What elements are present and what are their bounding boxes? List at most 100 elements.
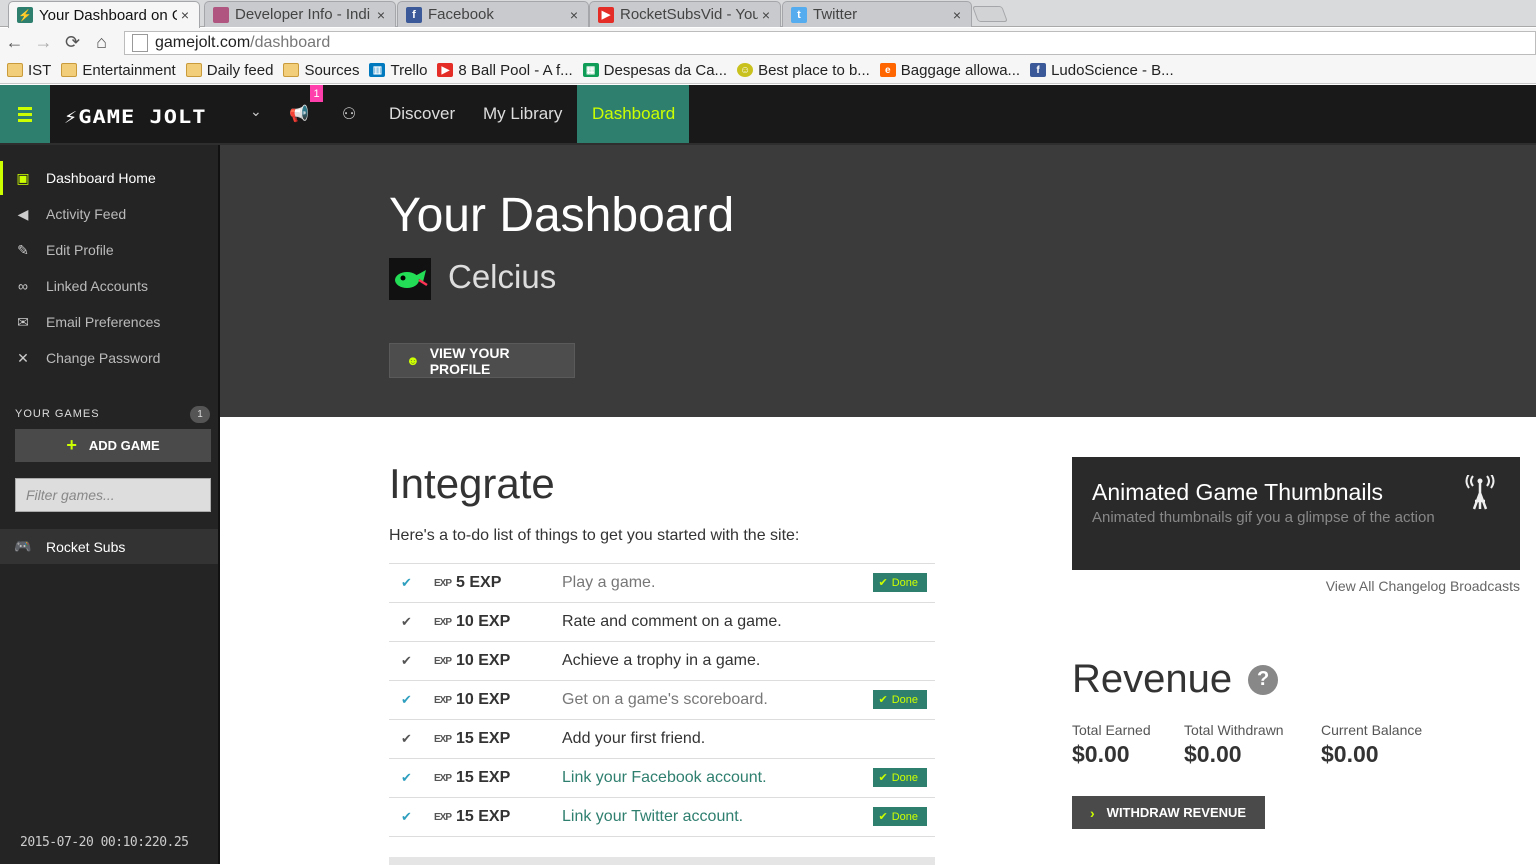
view-profile-label: VIEW YOUR PROFILE [429,344,510,377]
sidebar-item-email-preferences[interactable]: ✉ Email Preferences [0,305,218,339]
gamejolt-logo[interactable]: ⚡GAME JOLT [64,107,206,128]
close-icon[interactable]: × [177,7,193,23]
tab-title: Your Dashboard on G [39,6,177,24]
view-profile-button[interactable]: ☻ VIEW YOUR PROFILE [389,343,575,378]
chevron-right-icon: › [1090,804,1095,821]
bookmark-label: Entertainment [82,61,176,79]
sidebar-item-linked-accounts[interactable]: ∞ Linked Accounts [0,269,218,303]
gamepad-icon: 🎮 [14,538,32,554]
sidebar-item-activity-feed[interactable]: ◀ Activity Feed [0,197,218,231]
todo-row: ✔ EXP 15 EXP Link your Facebook account. ✔ Do… [389,759,935,798]
back-arrow-icon[interactable]: ← [0,28,29,57]
tab-title: Developer Info - Indi [235,6,371,23]
add-game-button[interactable]: + ADD GAME [15,429,211,462]
chevron-down-icon[interactable]: ⌄ [250,103,262,120]
todo-row: ✔ EXP 10 EXP Achieve a trophy in a game. [389,642,935,681]
task-label[interactable]: Play a game. [562,574,655,592]
bookmark-label: Despesas da Ca... [603,61,728,79]
stat-total-withdrawn: Total Withdrawn $0.00 [1184,722,1284,768]
close-icon[interactable]: × [566,7,582,23]
changelog-card[interactable]: Animated Game Thumbnails Animated thumbn… [1072,457,1520,570]
twitter-icon: t [791,6,807,23]
nav-discover[interactable]: Discover [374,85,470,143]
browser-tab-gamejolt[interactable]: ⚡ Your Dashboard on G × [8,1,200,28]
friends-icon[interactable]: ⚇ [338,103,360,125]
youtube-icon: ▶ [437,63,454,77]
user-icon: ☻ [406,353,420,368]
bookmark-8-ball-pool[interactable]: ▶ 8 Ball Pool - A f... [437,62,573,79]
dashboard-hero: Your Dashboard Celcius ☻ VIEW YOUR PROFI… [220,145,1536,417]
notification-count-badge: 1 [310,85,323,102]
bookmark-despesas[interactable]: ▦ Despesas da Ca... [582,61,728,79]
sidebar: ▣ Dashboard Home ◀ Activity Feed ✎ Edit … [0,145,220,864]
close-icon[interactable]: × [758,7,774,23]
sidebar-game-rocket-subs[interactable]: 🎮 Rocket Subs [0,529,218,564]
url-path: /dashboard [250,34,331,51]
sidebar-item-change-password[interactable]: ✕ Change Password [0,341,218,375]
nav-dashboard[interactable]: Dashboard [577,85,689,143]
browser-tab-indiedb[interactable]: Developer Info - Indi × [204,1,396,27]
bookmark-label: Sources [304,61,360,79]
new-tab-button[interactable] [972,6,1008,22]
help-question-icon[interactable]: ? [1248,664,1279,695]
bookmark-daily-feed[interactable]: Daily feed [185,62,273,79]
bookmark-sources[interactable]: Sources [283,62,359,79]
megaphone-icon[interactable]: 📢 [288,103,310,125]
bookmark-entertainment[interactable]: Entertainment [61,61,176,79]
withdraw-revenue-button[interactable]: › WITHDRAW REVENUE [1072,796,1265,829]
game-label: Rocket Subs [46,538,126,555]
link-icon: ∞ [18,278,28,294]
bookmark-trello[interactable]: ▥ Trello [369,62,427,79]
address-bar[interactable]: gamejolt.com/dashboard [124,31,1536,55]
done-badge: ✔ Done [873,573,927,592]
todo-row: ✔ EXP 15 EXP Link your Twitter account. ✔ Don… [389,798,935,837]
task-label[interactable]: Get on a game's scoreboard. [562,691,768,709]
bookmark-baggage[interactable]: e Baggage allowa... [879,61,1021,79]
youtube-icon: ▶ [598,6,614,23]
close-icon[interactable]: × [373,7,389,23]
browser-tab-facebook[interactable]: f Facebook × [397,1,589,27]
done-label: Done [891,576,918,589]
bookmark-ludoscience[interactable]: f LudoScience - B... [1030,62,1174,79]
sidebar-item-label: Activity Feed [46,206,127,222]
exp-value: 15 EXP [456,769,511,786]
done-label: Done [891,810,918,823]
smiley-icon: ☺ [737,63,754,77]
logo-text: GAME JOLT [78,106,207,129]
exp-icon: EXP [434,655,452,667]
forward-arrow-icon[interactable]: → [29,28,58,57]
checkmark-icon: ✔ [878,811,888,823]
reload-icon[interactable]: ⟳ [58,28,87,57]
folder-icon [61,63,78,77]
close-icon[interactable]: × [949,7,965,23]
bookmark-label: Trello [390,61,428,79]
filter-games-input[interactable] [15,478,211,512]
browser-tab-youtube[interactable]: ▶ RocketSubsVid - You × [589,1,781,27]
stat-label: Total Withdrawn [1184,722,1284,738]
bookmark-best-place[interactable]: ☺ Best place to b... [737,62,870,79]
hamburger-menu-icon[interactable] [0,85,50,143]
exp-value: 10 EXP [456,691,511,708]
bookmark-ist[interactable]: IST [7,62,51,79]
sidebar-item-label: Dashboard Home [46,170,156,186]
task-label[interactable]: Link your Twitter account. [562,808,743,826]
exp-icon: EXP [434,733,452,745]
task-label[interactable]: Link your Facebook account. [562,769,767,787]
sidebar-item-label: Edit Profile [46,242,114,258]
folder-icon [185,63,202,77]
check-icon: ✔ [401,731,412,746]
sidebar-item-label: Change Password [46,350,161,366]
bookmark-label: Baggage allowa... [900,61,1021,79]
nav-my-library[interactable]: My Library [468,85,577,143]
avatar[interactable] [389,258,431,300]
home-icon[interactable]: ⌂ [87,28,116,57]
folder-icon [283,63,300,77]
changelog-broadcasts-link[interactable]: View All Changelog Broadcasts [1300,578,1520,594]
sidebar-item-dashboard-home[interactable]: ▣ Dashboard Home [0,161,218,195]
check-icon: ✔ [401,692,412,707]
browser-tab-twitter[interactable]: t Twitter × [782,1,972,27]
site-header: ⚡GAME JOLT ⌄ 📢 1 ⚇ Discover My Library D… [0,85,1536,145]
page-title: Your Dashboard [389,189,735,242]
tab-title: RocketSubsVid - You [620,6,758,23]
sidebar-item-edit-profile[interactable]: ✎ Edit Profile [0,233,218,267]
